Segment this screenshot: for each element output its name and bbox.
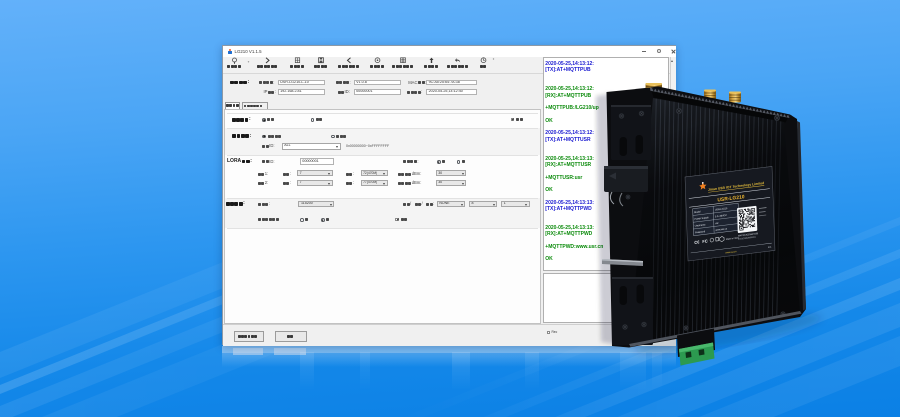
svg-text:FC: FC (702, 238, 708, 244)
svg-text:C€: C€ (694, 239, 700, 245)
svg-text:usr: usr (715, 222, 719, 225)
